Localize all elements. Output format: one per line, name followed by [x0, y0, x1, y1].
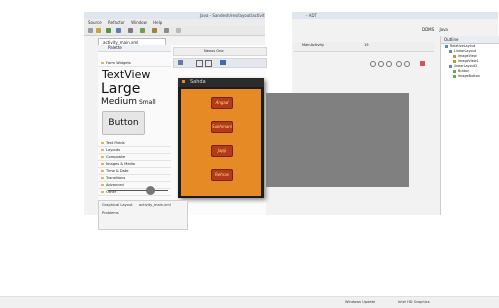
save-icon[interactable]: [96, 28, 101, 33]
zoom-out-icon[interactable]: [396, 61, 402, 67]
outline-header: Outline: [441, 36, 499, 44]
palette-category-text-fields[interactable]: Text Fields: [98, 140, 171, 147]
back-icon[interactable]: [176, 28, 181, 33]
zoom-toolbar: [368, 60, 430, 68]
portrait-icon[interactable]: [196, 60, 203, 67]
tray-item-1[interactable]: Windows Update: [345, 300, 375, 304]
app-title: Sahda: [190, 79, 206, 85]
palette-category-layouts[interactable]: Layouts: [98, 147, 171, 154]
zoom-reset-icon[interactable]: [404, 61, 410, 67]
zoom-in-icon[interactable]: [386, 61, 392, 67]
perspective-java[interactable]: Java: [439, 27, 447, 32]
right-toolbar: MainActivity 19: [294, 42, 434, 52]
menu-help[interactable]: Help: [153, 20, 162, 25]
new-icon[interactable]: [88, 28, 93, 33]
outline-item-label: ImageButton: [458, 74, 480, 78]
outline-item-label: LinearLayout: [454, 49, 477, 53]
refresh-icon[interactable]: [420, 61, 425, 66]
landscape-icon[interactable]: [205, 60, 212, 67]
main-toolbar: [84, 26, 265, 36]
tab-graphical-layout[interactable]: Graphical Layout: [102, 203, 133, 207]
layout-node-icon: [449, 49, 452, 53]
image-node-icon: [453, 54, 456, 58]
widget-button[interactable]: Button: [102, 111, 145, 135]
run-icon[interactable]: [106, 28, 111, 33]
image-button-2[interactable]: Sukhmani: [211, 121, 233, 133]
perspective-switcher[interactable]: DDMS Java: [422, 27, 448, 32]
android-icon[interactable]: [140, 28, 145, 33]
palette-category-list: Text Fields Layouts Composite Images & M…: [98, 140, 171, 196]
menu-source[interactable]: Source: [88, 20, 102, 25]
outline-item-label: imageView1: [458, 59, 479, 63]
theme-selector[interactable]: MainActivity: [302, 43, 324, 47]
app-screen: Angad Sukhmani Japji Rehras: [181, 89, 261, 196]
widget-small-text[interactable]: Small: [139, 99, 156, 106]
bottom-panel: Graphical Layout activity_main.xml Probl…: [98, 200, 188, 230]
tab-xml-source[interactable]: activity_main.xml: [139, 203, 171, 207]
palette-category-composite[interactable]: Composite: [98, 154, 171, 161]
widget-medium-text[interactable]: Medium: [101, 97, 137, 107]
blank-region: [265, 0, 292, 93]
blank-margin: [0, 0, 84, 307]
image-button-1[interactable]: Angad: [211, 97, 233, 109]
layout-node-icon: [445, 44, 448, 48]
app-action-bar: Sahda: [178, 78, 264, 87]
image-button-3[interactable]: Japji: [211, 145, 233, 157]
gray-overlay: [266, 93, 409, 187]
debug-icon[interactable]: [116, 28, 121, 33]
button-node-icon: [453, 74, 456, 78]
widget-textview[interactable]: TextView: [102, 68, 150, 81]
image-button-4[interactable]: Rehras: [211, 169, 233, 181]
device-selector[interactable]: Nexus One: [204, 49, 224, 53]
canvas-toolbar-secondary: [173, 58, 267, 68]
window-title-suffix: - ADT: [306, 13, 317, 18]
tab-problems[interactable]: Problems: [102, 211, 119, 215]
outline-panel: Outline RelativeLayout LinearLayout Imag…: [440, 36, 499, 215]
widget-large-text[interactable]: Large: [101, 81, 140, 97]
palette-category-images-media[interactable]: Images & Media: [98, 161, 171, 168]
menu-bar: Source Refactor Window Help: [84, 19, 265, 26]
search-icon[interactable]: [164, 28, 169, 33]
palette-category-advanced[interactable]: Advanced: [98, 182, 171, 189]
window-title: Java - Sandesh/res/layout/activity_: [200, 13, 269, 18]
tray-item-2[interactable]: Intel HD Graphics: [398, 300, 430, 304]
palette-category-form-widgets[interactable]: Form Widgets: [98, 60, 171, 67]
button-node-icon: [453, 69, 456, 73]
outline-item-label: ImageView: [458, 54, 477, 58]
image-node-icon: [453, 59, 456, 63]
zoom-fit-icon[interactable]: [370, 61, 376, 67]
outline-item-label: RelativeLayout: [450, 44, 476, 48]
outline-item[interactable]: ImageButton: [441, 74, 499, 79]
outline-item-label: linearLayout2: [454, 64, 478, 68]
sdk-manager-icon[interactable]: [128, 28, 133, 33]
taskbar: Windows Update Intel HD Graphics: [0, 296, 499, 308]
menu-refactor[interactable]: Refactor: [108, 20, 125, 25]
outline-item-label: Button: [458, 69, 470, 73]
api-selector[interactable]: 19: [364, 43, 369, 47]
zoom-actual-icon[interactable]: [378, 61, 384, 67]
palette-header: Palette: [98, 45, 171, 52]
divider-line: [108, 190, 168, 191]
package-icon[interactable]: [152, 28, 157, 33]
app-icon: [182, 80, 185, 83]
cursor-indicator: [146, 186, 155, 195]
palette-category-time-date[interactable]: Time & Date: [98, 168, 171, 175]
palette-category-transitions[interactable]: Transitions: [98, 175, 171, 182]
menu-window[interactable]: Window: [131, 20, 147, 25]
theme-icon[interactable]: [220, 60, 226, 65]
perspective-ddms[interactable]: DDMS: [422, 27, 434, 32]
layout-node-icon: [449, 64, 452, 68]
canvas-toolbar: Nexus One: [173, 47, 267, 56]
layout-icon[interactable]: [178, 60, 183, 65]
